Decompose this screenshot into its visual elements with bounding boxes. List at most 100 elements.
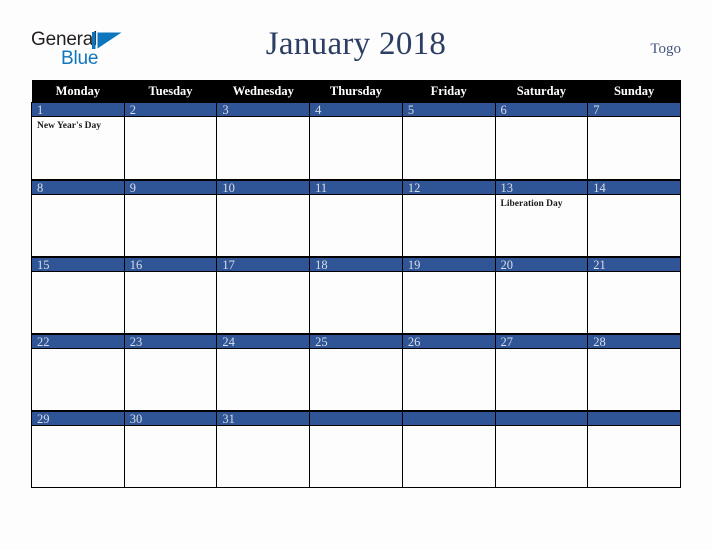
event-label: New Year's Day [37,121,102,131]
day-number: 24 [217,333,310,349]
day-events [125,195,217,198]
day-number: 28 [588,333,680,349]
calendar-day-cell[interactable]: 17 [216,256,311,334]
weekday-header-friday: Friday [402,80,496,102]
calendar-day-cell[interactable]: 31 [216,410,311,488]
calendar-week-row: 15 16 17 18 19 20 21 [31,256,681,334]
day-number: 15 [32,256,124,272]
calendar-day-cell[interactable]: 20 [494,256,589,334]
calendar-day-cell[interactable]: 5 [401,102,496,180]
calendar-head: Monday Tuesday Wednesday Thursday Friday Satu… [31,80,681,102]
day-events [403,426,495,429]
calendar-body: 1 New Year's Day 2 3 4 5 6 7 8 9 10 11 12 13 Liberatio… [31,102,681,488]
calendar-day-cell[interactable]: 9 [123,179,218,257]
calendar-day-cell[interactable]: 25 [309,333,403,411]
weekday-header-sunday: Sunday [587,80,681,102]
calendar-day-cell[interactable]: 19 [401,256,496,334]
weekday-header-tuesday: Tuesday [124,80,217,102]
weekday-header-monday: Monday [31,80,125,102]
day-number: 17 [217,256,310,272]
calendar-day-cell[interactable]: 7 [587,102,681,180]
calendar-day-cell[interactable]: 8 [31,179,125,257]
day-number: 27 [495,333,588,349]
calendar-day-cell[interactable]: 22 [31,333,125,411]
day-events [496,426,588,429]
calendar-day-cell[interactable]: 21 [587,256,681,334]
calendar-day-cell[interactable]: 1 New Year's Day [31,102,125,180]
day-number: 16 [124,256,217,272]
day-number: 20 [495,256,588,272]
calendar-day-cell[interactable]: 14 [587,179,681,257]
day-number: 23 [124,333,217,349]
weekday-header-wednesday: Wednesday [216,80,310,102]
day-events [310,426,402,429]
calendar-day-cell[interactable]: 29 [31,410,125,488]
page-header: General Blue January 2018 Togo [0,0,712,78]
calendar-empty-cell[interactable] [587,410,681,488]
calendar-day-cell[interactable]: 27 [494,333,589,411]
day-events [496,117,588,120]
day-number [402,410,495,426]
day-number: 11 [310,179,402,195]
day-events [125,117,217,120]
calendar-day-cell[interactable]: 24 [216,333,311,411]
day-events [588,117,680,120]
event-label: Liberation Day [500,198,563,209]
calendar-day-cell[interactable]: 18 [309,256,403,334]
day-events [588,426,680,429]
day-number: 9 [124,179,217,195]
calendar-day-cell[interactable]: 3 [216,102,311,180]
calendar-day-cell[interactable]: 23 [123,333,218,411]
calendar-week-row: 1 New Year's Day 2 3 4 5 6 7 [31,102,681,180]
day-number: 22 [32,333,124,349]
calendar-empty-cell[interactable] [401,410,496,488]
weekday-header-row: Monday Tuesday Wednesday Thursday Friday Satu… [31,80,681,102]
region-label: Togo [650,41,681,57]
day-number: 31 [217,410,310,426]
calendar-day-cell[interactable]: 12 [401,179,496,257]
calendar-day-cell[interactable]: 28 [587,333,681,411]
calendar-day-cell[interactable]: 11 [309,179,403,257]
day-events [217,117,309,120]
day-number: 1 [32,102,124,117]
day-number: 5 [402,102,495,117]
day-events: Liberation Day [496,195,588,210]
day-events: New Year's Day [32,117,124,132]
day-number: 30 [124,410,217,426]
calendar-day-cell[interactable]: 30 [123,410,218,488]
day-events [310,117,402,120]
calendar-day-cell[interactable]: 16 [123,256,218,334]
day-number: 4 [310,102,402,117]
day-events [403,117,495,120]
day-events [32,195,124,198]
page-title: January 2018 [265,26,447,62]
day-number: 21 [588,256,680,272]
calendar-day-cell[interactable]: 13 Liberation Day [494,179,589,257]
day-number: 12 [402,179,495,195]
calendar-day-cell[interactable]: 26 [401,333,496,411]
day-number: 10 [217,179,310,195]
day-number: 8 [32,179,124,195]
day-number: 2 [124,102,217,117]
calendar-page: General Blue January 2018 Togo Monday Tue… [0,0,712,550]
day-number [495,410,588,426]
day-number: 3 [217,102,310,117]
day-number: 26 [402,333,495,349]
calendar-empty-cell[interactable] [309,410,403,488]
calendar-empty-cell[interactable] [494,410,589,488]
day-number: 6 [495,102,588,117]
calendar-day-cell[interactable]: 2 [123,102,218,180]
day-number: 14 [588,179,680,195]
calendar-day-cell[interactable]: 10 [216,179,311,257]
day-number: 19 [402,256,495,272]
day-number: 18 [310,256,402,272]
calendar-day-cell[interactable]: 15 [31,256,125,334]
calendar-week-row: 29 30 31 [31,410,681,488]
day-number: 13 [495,179,588,195]
weekday-header-saturday: Saturday [495,80,588,102]
calendar-day-cell[interactable]: 4 [309,102,403,180]
day-number: 7 [588,102,680,117]
calendar-table: Monday Tuesday Wednesday Thursday Friday Satu… [31,80,681,488]
calendar-grid: Monday Tuesday Wednesday Thursday Friday Satu… [31,80,681,488]
calendar-day-cell[interactable]: 6 [494,102,589,180]
